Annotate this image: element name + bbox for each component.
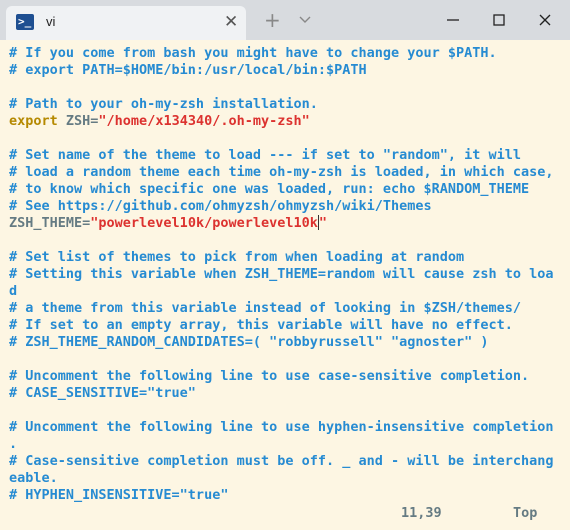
tab-close-icon[interactable]: ✕	[224, 12, 238, 32]
plain-token: ZSH=	[57, 113, 99, 129]
code-line: # to know which specific one was loaded,…	[9, 181, 530, 197]
code-line: # HYPHEN_INSENSITIVE="true"	[9, 487, 229, 503]
code-line: .	[9, 436, 18, 452]
string-token: "powerlevel10k/powerlevel10k	[90, 215, 318, 231]
code-line: # Setting this variable when ZSH_THEME=r…	[9, 266, 554, 282]
chevron-down-icon[interactable]	[298, 13, 312, 27]
close-icon[interactable]	[533, 8, 557, 32]
scroll-position: Top	[513, 505, 538, 521]
code-line: # Set name of the theme to load --- if s…	[9, 147, 522, 163]
minimize-icon[interactable]	[441, 8, 465, 32]
code-line: # Uncomment the following line to use hy…	[9, 419, 554, 435]
code-line: export ZSH="/home/x134340/.oh-my-zsh"	[9, 113, 310, 130]
title-bar: >_ vi ✕ +	[0, 0, 570, 40]
keyword-token: export	[9, 113, 58, 129]
code-line: # load a random theme each time oh-my-zs…	[9, 164, 554, 180]
code-line: # Set list of themes to pick from when l…	[9, 249, 465, 265]
maximize-icon[interactable]	[487, 8, 511, 32]
code-line: ZSH_THEME="powerlevel10k/powerlevel10k"	[9, 215, 327, 232]
code-line: # See https://github.com/ohmyzsh/ohmyzsh…	[9, 198, 432, 214]
tab-title: vi	[46, 14, 56, 29]
plain-token: ZSH_THEME=	[9, 215, 91, 231]
code-line: eable.	[9, 470, 58, 486]
code-line: d	[9, 283, 18, 299]
code-line: # CASE_SENSITIVE="true"	[9, 385, 196, 401]
code-line: # If you come from bash you might have t…	[9, 45, 497, 61]
code-line: # ZSH_THEME_RANDOM_CANDIDATES=( "robbyru…	[9, 334, 489, 350]
code-line: # Path to your oh-my-zsh installation.	[9, 96, 318, 112]
string-token: "	[318, 215, 327, 231]
code-line: # Uncomment the following line to use ca…	[9, 368, 530, 384]
code-line: # export PATH=$HOME/bin:/usr/local/bin:$…	[9, 62, 367, 78]
code-line: # a theme from this variable instead of …	[9, 300, 522, 316]
cursor-position: 11,39	[401, 505, 442, 521]
string-token: "/home/x134340/.oh-my-zsh"	[98, 113, 310, 129]
code-line: # Case-sensitive completion must be off.…	[9, 453, 554, 469]
new-tab-icon[interactable]: +	[264, 9, 281, 31]
code-line: # If set to an empty array, this variabl…	[9, 317, 513, 333]
terminal-icon: >_	[16, 14, 34, 30]
tab-vi[interactable]: >_ vi ✕	[6, 6, 246, 40]
